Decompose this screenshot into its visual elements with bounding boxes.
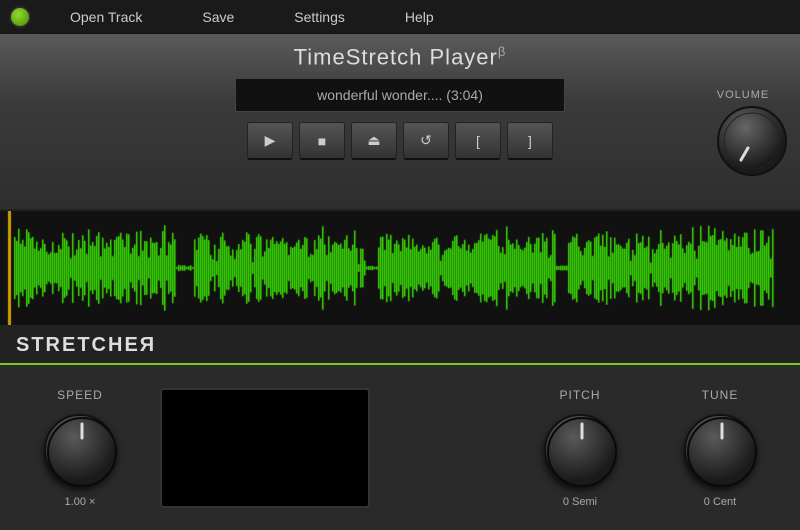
tune-value: 0 Cent — [704, 496, 736, 508]
menu-open-track[interactable]: Open Track — [40, 0, 172, 33]
speed-value: 1.00 × — [65, 496, 96, 508]
tune-label: TUNE — [702, 388, 739, 402]
waveform-display — [0, 209, 800, 327]
speed-knob[interactable] — [44, 414, 116, 486]
play-button[interactable]: ▶ — [247, 122, 293, 160]
tune-section: TUNE 0 Cent — [660, 388, 780, 508]
app-logo — [0, 0, 40, 34]
stretcher-title: STRETCHEЯ — [16, 334, 156, 357]
speed-label: SPEED — [57, 388, 103, 402]
waveform-canvas — [0, 211, 800, 325]
stretcher-controls: SPEED 1.00 × — [0, 365, 800, 530]
speed-section: SPEED 1.00 × — [20, 388, 140, 508]
loop-button[interactable]: ↺ — [403, 122, 449, 160]
track-display: wonderful wonder.... (3:04) — [235, 78, 565, 112]
mark-in-button[interactable]: [ — [455, 122, 501, 160]
menu-help[interactable]: Help — [375, 0, 464, 33]
tune-knob[interactable] — [684, 414, 756, 486]
stretcher-header: STRETCHEЯ — [0, 327, 800, 365]
stretcher-section: STRETCHEЯ SPEED 1.00 × — [0, 327, 800, 530]
pitch-section: PITCH 0 Semi — [520, 388, 640, 508]
stop-button[interactable]: ■ — [299, 122, 345, 160]
volume-label: VOLUME — [717, 89, 769, 101]
menu-settings[interactable]: Settings — [264, 0, 375, 33]
pitch-tune-controls: PITCH 0 Semi — [390, 388, 780, 508]
logo-icon — [9, 6, 31, 28]
mark-out-button[interactable]: ] — [507, 122, 553, 160]
menu-bar: Open Track Save Settings Help — [0, 0, 800, 34]
transport-controls: ▶ ■ ⏏ ↺ [ ] — [247, 122, 553, 160]
pitch-knob[interactable] — [544, 414, 616, 486]
app-title: TimeStretch Playerβ — [294, 44, 507, 70]
menu-items: Open Track Save Settings Help — [40, 0, 800, 33]
header-section: TimeStretch Playerβ wonderful wonder....… — [0, 34, 800, 209]
pitch-value: 0 Semi — [563, 496, 597, 508]
menu-save[interactable]: Save — [172, 0, 264, 33]
eject-button[interactable]: ⏏ — [351, 122, 397, 160]
display-screen — [160, 388, 370, 508]
volume-section: VOLUME 0 dB — [716, 89, 770, 174]
pitch-label: PITCH — [560, 388, 601, 402]
volume-knob[interactable] — [716, 105, 770, 159]
